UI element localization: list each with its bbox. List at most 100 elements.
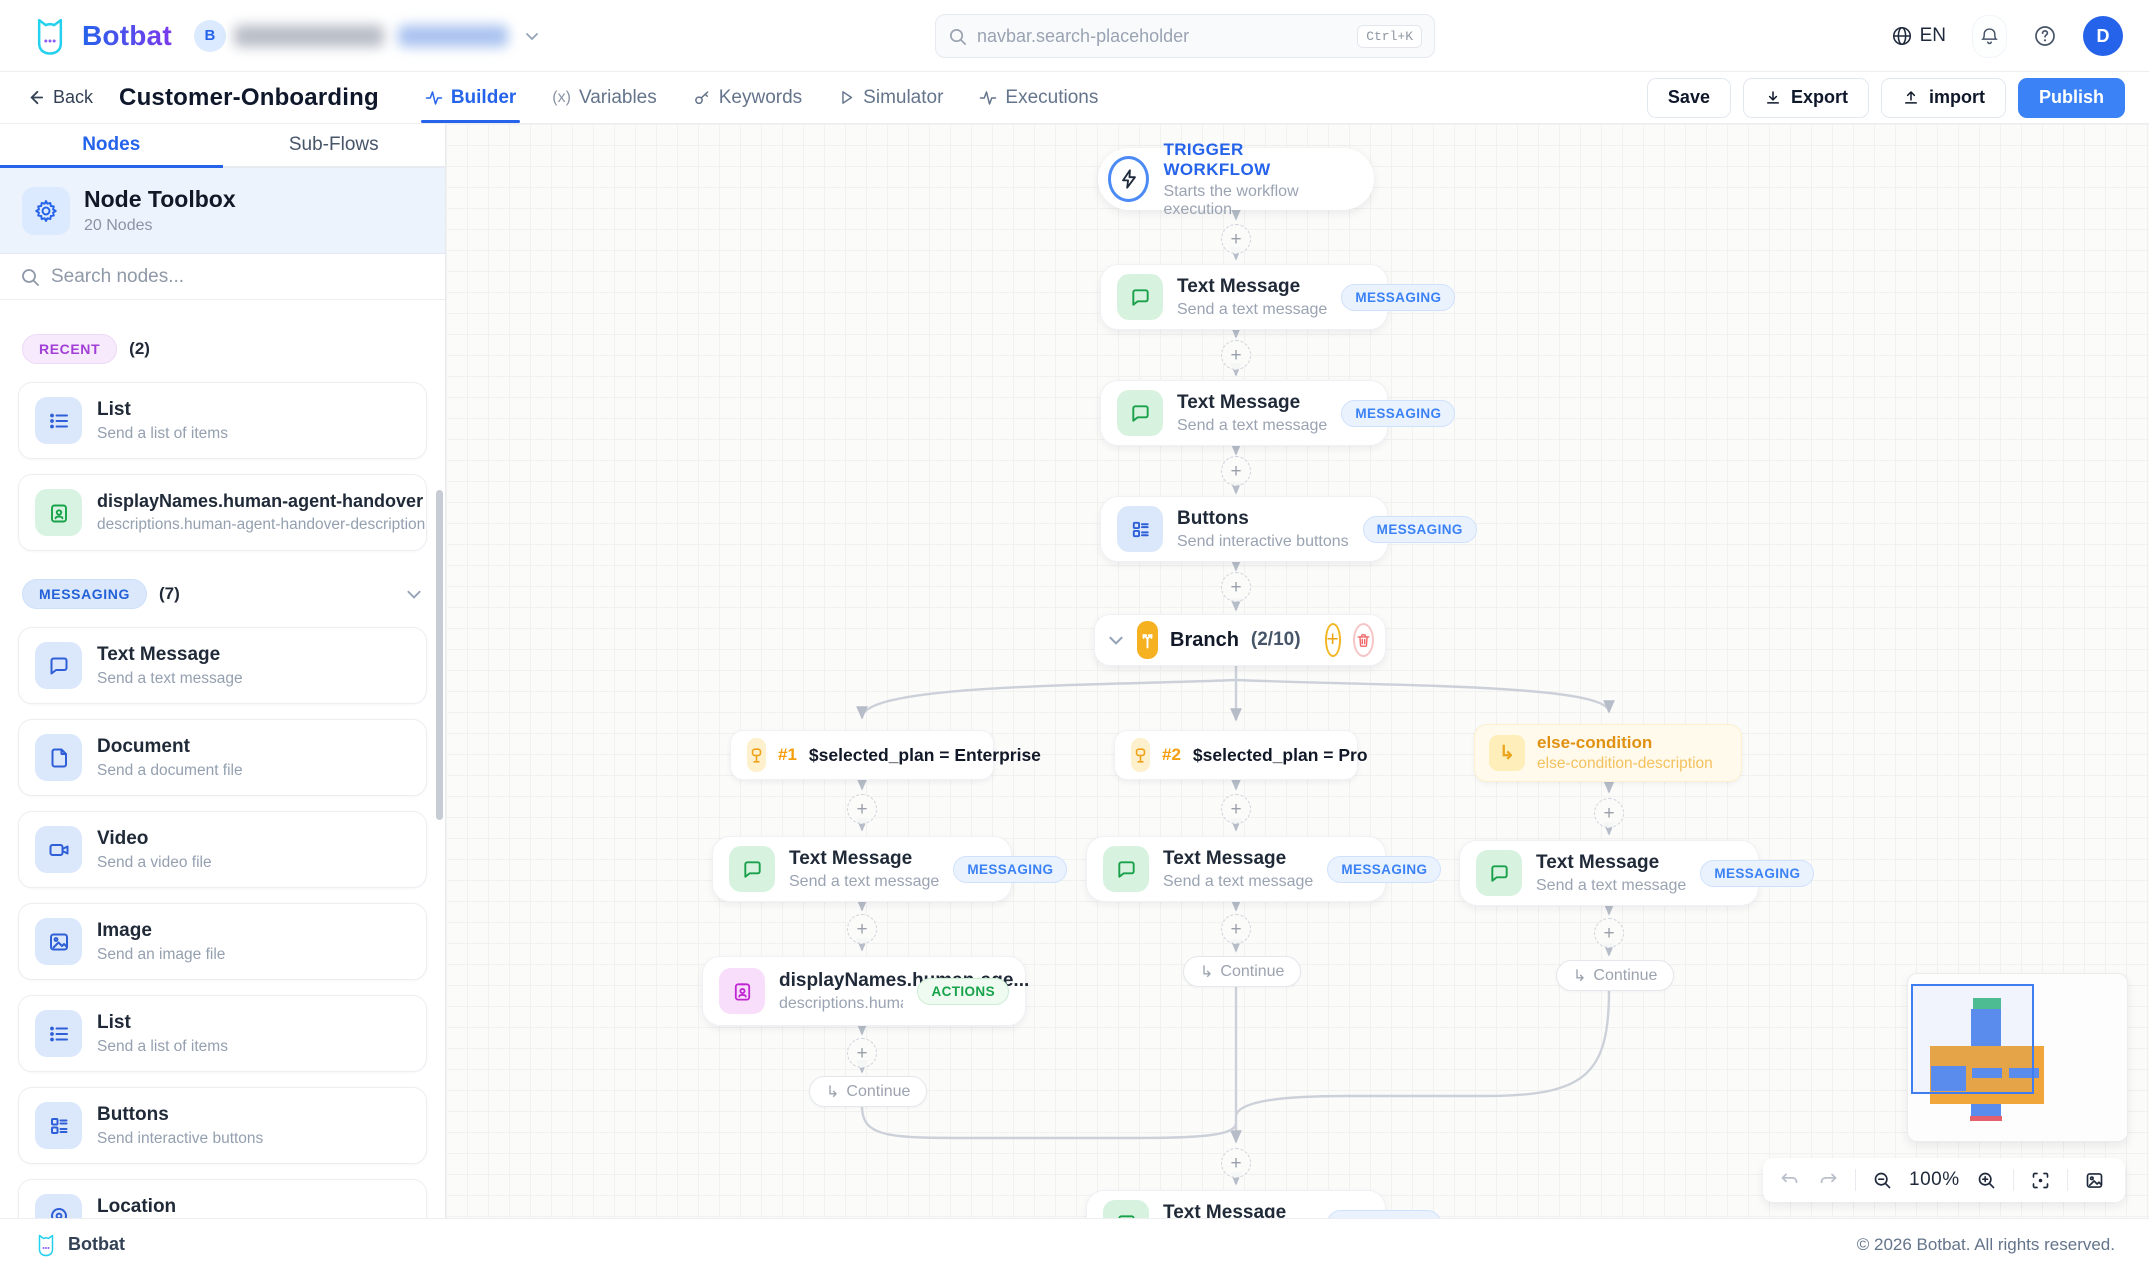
add-node-button[interactable]: + — [1221, 456, 1251, 486]
user-menu[interactable]: D — [2083, 16, 2123, 56]
zoom-out-button[interactable] — [1870, 1168, 1895, 1193]
node-card-desc: Send a document file — [97, 762, 243, 780]
sidebar-tab-nodes[interactable]: Nodes — [0, 124, 223, 168]
tab-builder[interactable]: Builder — [425, 72, 516, 123]
node-card-title: Buttons — [97, 1104, 263, 1126]
text-message-node-bottom[interactable]: Text Message Send a text message MESSAGI… — [1086, 1190, 1386, 1218]
add-node-button[interactable]: + — [847, 914, 877, 944]
minimap-block — [1970, 1116, 2002, 1121]
add-node-button[interactable]: + — [1221, 572, 1251, 602]
node-card-buttons[interactable]: Buttons Send interactive buttons — [18, 1087, 427, 1164]
notifications-button[interactable] — [1972, 15, 2007, 58]
publish-label: Publish — [2039, 87, 2104, 108]
brand[interactable]: Botbat — [30, 16, 172, 56]
workspace-name-redacted-2 — [398, 25, 508, 47]
search-input[interactable] — [977, 26, 1347, 47]
trigger-node[interactable]: TRIGGER WORKFLOW Starts the workflow exe… — [1098, 148, 1374, 210]
import-button[interactable]: import — [1881, 78, 2006, 118]
continue-pill-else[interactable]: ↳Continue — [1556, 960, 1674, 991]
zoom-in-button[interactable] — [1974, 1168, 1999, 1193]
workspace-switcher[interactable]: B — [194, 20, 540, 52]
condition-2-node[interactable]: #2 $selected_plan = Pro — [1114, 730, 1358, 780]
toolbar-actions: Save Export import Publish — [1647, 78, 2125, 118]
continue-pill-branch2[interactable]: ↳Continue — [1183, 956, 1301, 987]
section-messaging[interactable]: MESSAGING (7) — [0, 579, 445, 609]
node-desc: Send a text message — [789, 873, 939, 891]
footer-brand-name: Botbat — [68, 1234, 125, 1255]
chevron-down-icon[interactable] — [405, 585, 423, 603]
signpost-icon — [1131, 738, 1150, 772]
export-button[interactable]: Export — [1743, 78, 1869, 118]
save-button[interactable]: Save — [1647, 78, 1731, 118]
export-label: Export — [1791, 87, 1848, 108]
language-selector[interactable]: EN — [1885, 19, 1952, 53]
minimap[interactable] — [1907, 973, 2128, 1142]
text-message-node-branch2[interactable]: Text Message Send a text message MESSAGI… — [1086, 836, 1386, 902]
node-card-title: List — [97, 399, 228, 421]
node-card-list-2[interactable]: List Send a list of items — [18, 995, 427, 1072]
chat-bubble-icon — [729, 846, 775, 892]
condition-1-node[interactable]: #1 $selected_plan = Enterprise — [730, 730, 994, 780]
text-message-node-branch1[interactable]: Text Message Send a text message MESSAGI… — [712, 836, 1012, 902]
add-node-button[interactable]: + — [1594, 918, 1624, 948]
tab-simulator[interactable]: Simulator — [838, 72, 943, 123]
buttons-node[interactable]: Buttons Send interactive buttons MESSAGI… — [1100, 496, 1388, 562]
add-node-button[interactable]: + — [847, 1038, 877, 1068]
node-card-desc: Send a text message — [97, 670, 243, 688]
download-icon — [1764, 89, 1782, 107]
node-search-input[interactable] — [51, 266, 425, 288]
search-icon — [948, 27, 967, 46]
node-desc: Send interactive buttons — [1177, 533, 1349, 551]
branch-node[interactable]: Branch (2/10) + — [1094, 614, 1386, 666]
tab-variables[interactable]: (x) Variables — [552, 72, 656, 123]
add-node-button[interactable]: + — [847, 794, 877, 824]
messaging-category-badge: MESSAGING — [1327, 856, 1441, 883]
publish-button[interactable]: Publish — [2018, 78, 2125, 118]
add-node-button[interactable]: + — [1594, 798, 1624, 828]
messaging-category-badge: MESSAGING — [1700, 860, 1814, 887]
undo-button[interactable] — [1777, 1168, 1802, 1193]
fit-view-button[interactable] — [2028, 1168, 2053, 1193]
else-condition-node[interactable]: ↳ else-condition else-condition-descript… — [1474, 724, 1742, 782]
add-node-button[interactable]: + — [1221, 1148, 1251, 1178]
help-button[interactable] — [2027, 18, 2063, 54]
node-search[interactable] — [0, 254, 445, 300]
redo-button[interactable] — [1816, 1168, 1841, 1193]
node-card-desc: Send interactive buttons — [97, 1130, 263, 1148]
human-agent-handover-node[interactable]: displayNames.human-age... descriptions.h… — [702, 956, 1026, 1026]
toolbox-header: Node Toolbox 20 Nodes — [0, 168, 445, 254]
node-card-text-message[interactable]: Text Message Send a text message — [18, 627, 427, 704]
node-card-location[interactable]: Location Send or request location — [18, 1179, 427, 1218]
text-message-node-else[interactable]: Text Message Send a text message MESSAGI… — [1459, 840, 1759, 906]
node-card-video[interactable]: Video Send a video file — [18, 811, 427, 888]
node-card-document[interactable]: Document Send a document file — [18, 719, 427, 796]
node-card-list[interactable]: List Send a list of items — [18, 382, 427, 459]
node-card-title: Document — [97, 736, 243, 758]
node-card-image[interactable]: Image Send an image file — [18, 903, 427, 980]
export-image-button[interactable] — [2082, 1168, 2107, 1193]
node-card-title: Text Message — [97, 644, 243, 666]
add-node-button[interactable]: + — [1221, 224, 1251, 254]
add-node-button[interactable]: + — [1221, 914, 1251, 944]
continue-label: Continue — [1593, 967, 1657, 985]
node-card-handover[interactable]: displayNames.human-agent-handover descri… — [18, 474, 427, 551]
sidebar-tab-subflows[interactable]: Sub-Flows — [223, 124, 446, 168]
chevron-down-icon[interactable] — [1107, 631, 1125, 649]
messaging-category-badge: MESSAGING — [1341, 400, 1455, 427]
node-title: Text Message — [789, 848, 939, 870]
minimap-viewport[interactable] — [1911, 984, 2034, 1094]
sidebar-scrollbar[interactable] — [436, 490, 443, 820]
add-node-button[interactable]: + — [1221, 794, 1251, 824]
text-message-node-2[interactable]: Text Message Send a text message MESSAGI… — [1100, 380, 1388, 446]
else-title: else-condition — [1537, 733, 1713, 753]
continue-pill-branch1[interactable]: ↳Continue — [809, 1076, 927, 1107]
add-branch-button[interactable]: + — [1325, 623, 1341, 657]
tab-keywords[interactable]: Keywords — [693, 72, 802, 123]
back-button[interactable]: Back — [26, 87, 93, 108]
delete-branch-button[interactable] — [1353, 623, 1374, 657]
workflow-canvas[interactable]: TRIGGER WORKFLOW Starts the workflow exe… — [446, 124, 2149, 1218]
text-message-node-1[interactable]: Text Message Send a text message MESSAGI… — [1100, 264, 1388, 330]
global-search[interactable]: Ctrl+K — [935, 14, 1435, 58]
add-node-button[interactable]: + — [1221, 340, 1251, 370]
tab-executions[interactable]: Executions — [979, 72, 1098, 123]
